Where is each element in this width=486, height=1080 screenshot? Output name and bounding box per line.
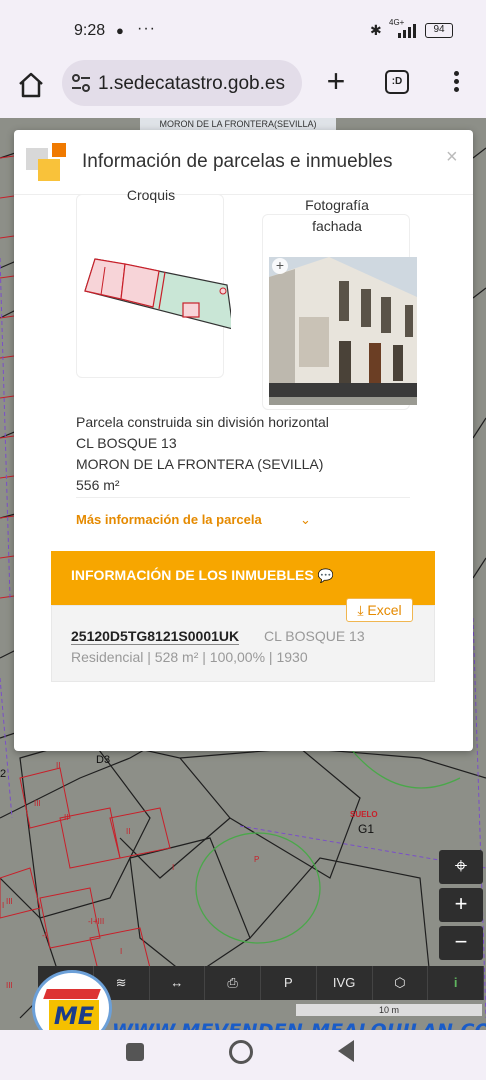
parcel-tool-button[interactable]: P bbox=[261, 966, 317, 1000]
zoom-in-button[interactable]: + bbox=[439, 888, 483, 922]
parcel-info-dialog: Información de parcelas e inmuebles × Cr… bbox=[14, 130, 473, 751]
chat-icon: 💬 bbox=[317, 568, 334, 583]
recent-apps-button[interactable] bbox=[126, 1043, 144, 1061]
svg-text:II: II bbox=[126, 827, 130, 836]
croquis-label: Croquis bbox=[126, 187, 176, 203]
svg-text:I: I bbox=[172, 863, 174, 872]
zoom-out-button[interactable]: − bbox=[439, 926, 483, 960]
parcel-area: 556 m² bbox=[76, 477, 120, 493]
map-label-suelo: SUELO bbox=[350, 810, 378, 819]
catastro-logo bbox=[26, 143, 66, 181]
url-text: 1.sedecatastro.gob.es bbox=[98, 73, 285, 94]
home-icon[interactable] bbox=[16, 70, 46, 100]
map-title: MORON DE LA FRONTERA(SEVILLA) bbox=[140, 118, 336, 130]
svg-text:III: III bbox=[34, 799, 41, 808]
inmueble-meta: Residencial | 528 m² | 100,00% | 1930 bbox=[71, 649, 308, 665]
tab-switcher-button[interactable]: :D bbox=[385, 70, 409, 94]
signal-icon bbox=[398, 24, 416, 38]
facade-photo bbox=[269, 257, 417, 405]
address-bar[interactable]: 1.sedecatastro.gob.es bbox=[62, 60, 302, 106]
svg-text:I: I bbox=[2, 901, 4, 910]
svg-text:III: III bbox=[6, 981, 13, 990]
svg-text:P: P bbox=[254, 855, 259, 864]
facade-photo-card[interactable]: Fotografía fachada bbox=[262, 197, 417, 410]
inmuebles-header: INFORMACIÓN DE LOS INMUEBLES 💬 bbox=[51, 551, 435, 605]
map-label-d3: D3 bbox=[96, 754, 111, 766]
more-notifications-icon: ··· bbox=[137, 20, 156, 37]
browser-menu-button[interactable] bbox=[448, 68, 464, 96]
status-bar: 9:28 ● ··· ✱ 4G+ 94 bbox=[0, 0, 486, 60]
svg-text:III: III bbox=[6, 897, 13, 906]
shapes-tool-button[interactable]: ⬡ bbox=[373, 966, 429, 1000]
parcel-details: Parcela construida sin división horizont… bbox=[76, 412, 410, 496]
close-button[interactable]: × bbox=[446, 146, 458, 169]
battery-indicator: 94 bbox=[425, 23, 453, 38]
site-settings-icon[interactable] bbox=[70, 72, 92, 94]
divider bbox=[76, 497, 410, 498]
print-tool-button[interactable]: ⎙ bbox=[205, 966, 261, 1000]
watermark-url: WWW.MEVENDEN-MEALQUILAN.CO bbox=[112, 1020, 486, 1030]
info-tool-button[interactable]: i bbox=[428, 966, 484, 1000]
clock: 9:28 bbox=[74, 22, 106, 39]
svg-text:II: II bbox=[64, 813, 68, 822]
system-nav-bar bbox=[0, 1030, 486, 1080]
bluetooth-icon: ✱ bbox=[370, 22, 382, 38]
back-button[interactable] bbox=[338, 1040, 354, 1062]
browser-toolbar: 1.sedecatastro.gob.es + :D bbox=[0, 60, 486, 118]
locate-button[interactable]: ⌖ bbox=[439, 850, 483, 884]
message-icon: ● bbox=[116, 23, 124, 38]
svg-text:-I+III: -I+III bbox=[88, 917, 104, 926]
map-label-g1: G1 bbox=[358, 822, 375, 836]
parcel-sketch bbox=[84, 258, 231, 330]
inmueble-address: CL BOSQUE 13 bbox=[264, 628, 365, 644]
svg-text:I: I bbox=[120, 947, 122, 956]
parcel-address: CL BOSQUE 13 bbox=[76, 435, 177, 451]
parcel-city: MORON DE LA FRONTERA (SEVILLA) bbox=[76, 456, 324, 472]
ivg-tool-button[interactable]: IVG bbox=[317, 966, 373, 1000]
map-scale: 10 m bbox=[296, 1004, 482, 1016]
svg-text:II: II bbox=[56, 761, 60, 770]
svg-text:-I: -I bbox=[42, 931, 47, 940]
home-button[interactable] bbox=[229, 1040, 253, 1064]
dialog-header: Información de parcelas e inmuebles × bbox=[14, 130, 473, 195]
new-tab-button[interactable]: + bbox=[322, 65, 350, 97]
croquis-card[interactable]: Croquis bbox=[76, 187, 231, 378]
facade-photo-label: Fotografía fachada bbox=[305, 197, 369, 234]
cadastral-reference-link[interactable]: 25120D5TG8121S0001UK bbox=[71, 628, 240, 645]
zoom-photo-icon[interactable]: + bbox=[272, 258, 288, 274]
measure-tool-button[interactable]: ↔ bbox=[150, 966, 206, 1000]
excel-download-button[interactable]: ⤓ Excel bbox=[346, 598, 413, 622]
parcel-type: Parcela construida sin división horizont… bbox=[76, 414, 329, 430]
dialog-title: Información de parcelas e inmuebles bbox=[82, 151, 393, 172]
map-label-edge: 2 bbox=[0, 768, 7, 780]
